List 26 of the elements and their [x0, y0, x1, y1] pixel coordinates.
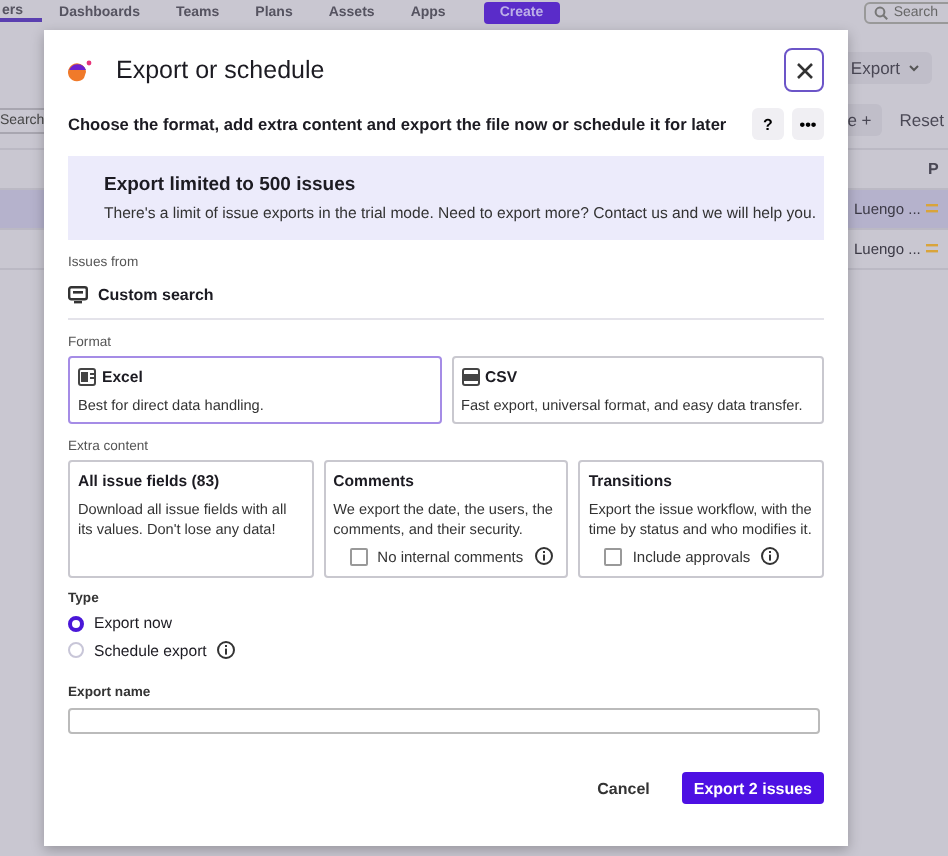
search-icon	[873, 6, 888, 20]
export-button[interactable]: Export 2 issues	[681, 772, 824, 804]
banner-title: Export limited to 500 issues	[104, 174, 358, 196]
checkbox[interactable]	[604, 547, 623, 565]
dialog-subtitle: Choose the format, add extra content and export the file now or schedule it for later	[68, 114, 729, 134]
reset-button[interactable]: Reset	[889, 104, 948, 136]
source-value: Custom search	[98, 286, 214, 304]
priority-icon	[926, 244, 939, 254]
export-name-field[interactable]	[68, 708, 820, 734]
column-header: P	[928, 160, 941, 178]
chevron-down-icon	[908, 64, 920, 72]
close-button[interactable]	[784, 48, 824, 92]
more-options-button[interactable]: •••	[792, 108, 824, 140]
file-icon	[461, 368, 479, 386]
close-icon	[795, 61, 813, 79]
monitor-icon	[68, 286, 88, 304]
radio-button[interactable]	[68, 615, 84, 631]
info-icon	[533, 546, 554, 566]
help-button[interactable]: ?	[752, 108, 784, 140]
info-icon	[760, 546, 781, 566]
priority-icon	[926, 204, 939, 214]
cancel-button[interactable]: Cancel	[585, 777, 662, 799]
spreadsheet-icon	[78, 368, 96, 386]
checkbox[interactable]	[349, 547, 368, 565]
dialog-title: Export or schedule	[116, 56, 325, 84]
logo-icon	[68, 59, 92, 81]
